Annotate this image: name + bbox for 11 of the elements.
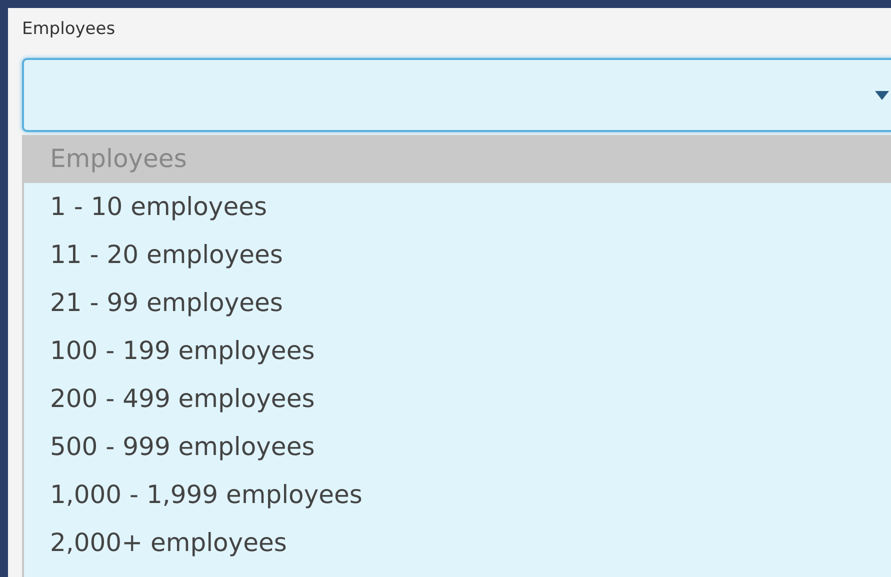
dropdown-option[interactable]: 200 - 499 employees [24,375,891,423]
dropdown-option[interactable]: 500 - 999 employees [24,423,891,471]
dropdown-option[interactable]: 1 - 10 employees [24,183,891,231]
employees-select[interactable] [22,58,891,132]
dropdown-option[interactable]: 21 - 99 employees [24,279,891,327]
dropdown-option[interactable]: 11 - 20 employees [24,231,891,279]
field-label: Employees [22,18,116,41]
caret-icon [875,90,889,100]
dropdown-option[interactable]: 2,000+ employees [24,519,891,567]
dropdown-option[interactable]: 100 - 199 employees [24,327,891,375]
dropdown-option[interactable]: 1,000 - 1,999 employees [24,471,891,519]
